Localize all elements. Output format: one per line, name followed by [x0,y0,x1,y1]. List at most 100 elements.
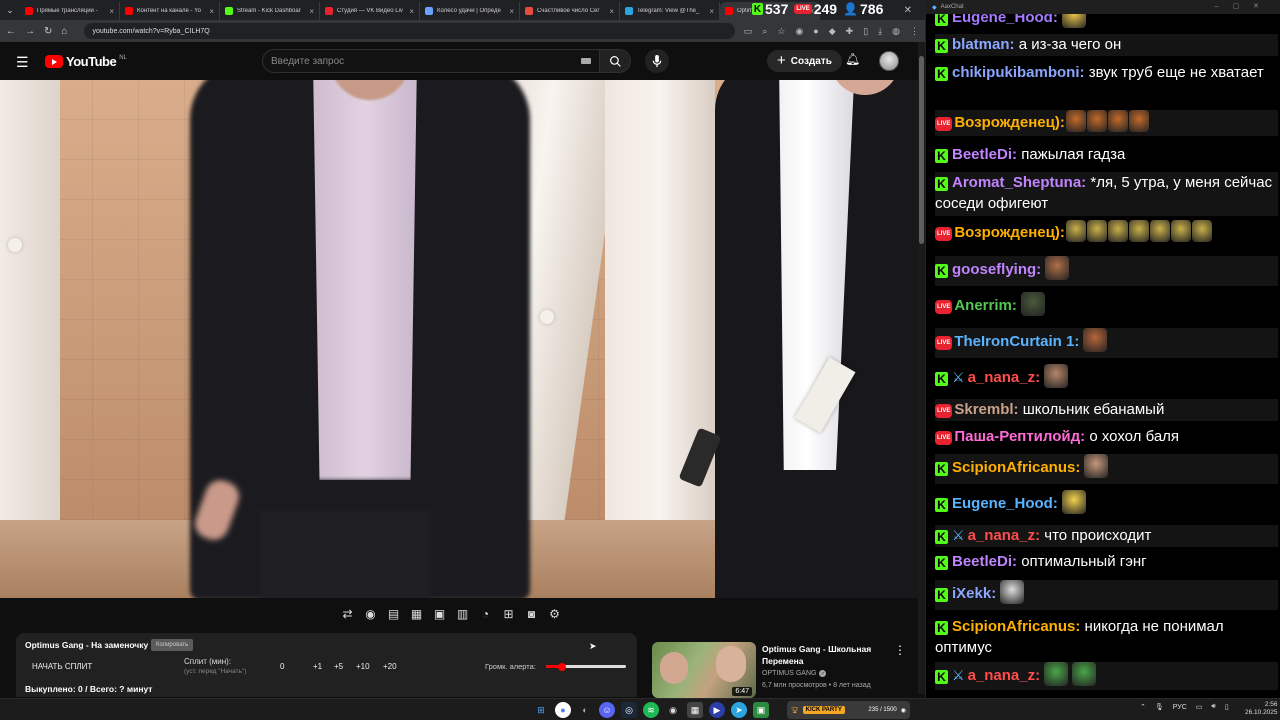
browser-tab[interactable]: Прямые трансляции - × [20,2,120,20]
extension-icon[interactable]: ◆ [829,26,836,37]
download-icon[interactable]: ⤓ [878,26,882,37]
extension-icon[interactable]: ● [813,26,818,37]
obs-icon[interactable]: ◉ [665,702,681,718]
puzzle-icon[interactable]: ✚ [846,26,854,37]
audio-icon[interactable]: ◉ [363,607,378,621]
app-icon[interactable]: ▦ [687,702,703,718]
search-button[interactable] [599,49,631,73]
chat-username[interactable]: a_nana_z: [968,667,1041,684]
tab-close-icon[interactable]: × [309,7,314,16]
app-icon[interactable]: ▣ [753,702,769,718]
volume-icon[interactable]: 🔊︎ [1211,703,1215,711]
discord-icon[interactable]: ☺ [599,702,615,718]
chat-username[interactable]: ScipionAfricanus: [952,459,1080,476]
reload-icon[interactable]: ↻ [44,26,52,37]
chat-username[interactable]: Anerrim: [954,297,1017,314]
tab-close-icon[interactable]: × [109,7,114,16]
windows-start-icon[interactable]: ⊞ [533,702,549,718]
start-split-button[interactable]: НАЧАТЬ СПЛИТ [32,662,92,671]
chat-username[interactable]: blatman: [952,36,1015,53]
window-controls[interactable]: –▢✕ [1215,2,1273,10]
chat-username[interactable]: BeetleDi: [952,146,1017,163]
chat-username[interactable]: gooseflying: [952,261,1041,278]
back-icon[interactable]: ← [6,26,16,37]
youtube-logo[interactable]: YouTube NL [45,54,127,69]
chat-username[interactable]: Возрожденец): [954,114,1065,131]
copy-button[interactable]: Копировать [151,639,194,651]
chat-username[interactable]: iXekk: [952,585,996,602]
increment-button[interactable]: +10 [356,662,370,671]
battery-icon[interactable]: ▯ [1225,703,1229,711]
increment-button[interactable]: +5 [334,662,343,671]
tray-lang[interactable]: РУС [1173,704,1187,711]
clapper-icon[interactable]: ▦ [409,607,424,621]
cinema-icon[interactable]: ▤ [386,607,401,621]
frame-icon[interactable]: ▣ [432,607,447,621]
extension-icon[interactable]: ◉ [795,26,803,37]
clock[interactable]: 2:56 26.10.2025 [1245,701,1278,717]
network-icon[interactable]: ▭ [1196,703,1203,711]
kick-party-widget[interactable]: 🏆︎ KICK PARTY 235 / 1500 ◉ [787,701,910,719]
tab-search-icon[interactable]: ⌄ [0,0,20,20]
chat-message-list[interactable]: K Eugene_Hood: Kblatman: а из-за чего он Kc… [930,0,1278,700]
notifications-bell-icon[interactable]: 🔔︎ [845,52,860,66]
voice-search-button[interactable] [645,49,669,73]
browser-tab[interactable]: Stream - Kick Dashboar × [220,2,320,20]
loop-icon[interactable]: ⇄ [340,607,355,621]
increment-button[interactable]: +1 [313,662,322,671]
speed-icon[interactable]: ◔ [478,607,493,621]
increment-button[interactable]: +20 [383,662,397,671]
menu-dots-icon[interactable]: ⋮ [910,26,919,37]
mic-tray-icon[interactable]: 🎙︎ [1155,703,1164,711]
edge-icon[interactable]: ◐ [577,702,593,718]
browser-tab[interactable]: Контент на канале - Yo × [120,2,220,20]
chat-username[interactable]: chikipukibamboni: [952,64,1085,81]
chat-username[interactable]: Eugene_Hood: [952,495,1058,512]
profile-icon[interactable]: ◍ [892,26,900,37]
volume-knob[interactable] [558,662,566,671]
chat-username[interactable]: Паша-Рептилойд: [954,428,1085,445]
screenshot-icon[interactable]: ◙ [524,607,539,621]
tab-close-icon[interactable]: × [209,7,214,16]
more-options-icon[interactable]: ⋮ [894,643,906,657]
search-input[interactable] [271,55,561,67]
home-icon[interactable]: ⌂ [61,26,67,37]
recommendation-title[interactable]: Optimus Gang - Школьная Перемена [762,643,882,667]
forward-icon[interactable]: → [25,26,35,37]
chat-username[interactable]: a_nana_z: [968,527,1041,544]
filmstrip-icon[interactable]: ▥ [455,607,470,621]
close-tab-icon[interactable]: ✕ [904,5,912,16]
chat-username[interactable]: Возрожденец): [954,224,1065,241]
settings-gear-icon[interactable]: ⚙ [547,607,562,621]
tab-close-icon[interactable]: × [609,7,614,16]
chat-username[interactable]: a_nana_z: [968,369,1041,386]
tab-close-icon[interactable]: × [509,7,514,16]
alert-volume-slider[interactable] [546,662,626,671]
url-field[interactable]: youtube.com/watch?v=Ryba_CILH7Q [84,23,735,39]
cast-icon[interactable]: ▭ [744,26,753,37]
page-scrollbar[interactable] [918,42,925,694]
chat-username[interactable]: ScipionAfricanus: [952,618,1080,635]
steam-icon[interactable]: ◎ [621,702,637,718]
tab-close-icon[interactable]: × [409,7,414,16]
recommendation-channel[interactable]: OPTIMUS GANG ✓ [762,670,827,677]
browser-tab[interactable]: Telegram: View @The_ × [620,2,720,20]
browser-tab[interactable]: Счастливое число Сег × [520,2,620,20]
browser-tab[interactable]: Студия — VK Видео Liv × [320,2,420,20]
tab-close-icon[interactable]: × [709,7,714,16]
scrollbar-thumb[interactable] [919,56,924,244]
chat-username[interactable]: Skrembl: [954,401,1018,418]
keyboard-icon[interactable] [581,58,591,64]
chevron-up-icon[interactable]: ⌃ [1140,703,1146,711]
spotify-icon[interactable]: ≋ [643,702,659,718]
create-button[interactable]: + Создать [767,50,842,72]
add-screen-icon[interactable]: ⊞ [501,607,516,621]
zoom-icon[interactable]: ⌕ [762,26,767,37]
browser-tab[interactable]: Колесо удачи | Опреде × [420,2,520,20]
recommendation-thumbnail[interactable]: 6:47 [652,642,756,698]
menu-burger-icon[interactable]: ☰ [16,54,29,71]
chat-username[interactable]: Aromat_Sheptuna: [952,174,1086,191]
telegram-icon[interactable]: ➤ [731,702,747,718]
bookmark-star-icon[interactable]: ☆ [777,26,785,37]
video-player[interactable] [0,80,918,598]
